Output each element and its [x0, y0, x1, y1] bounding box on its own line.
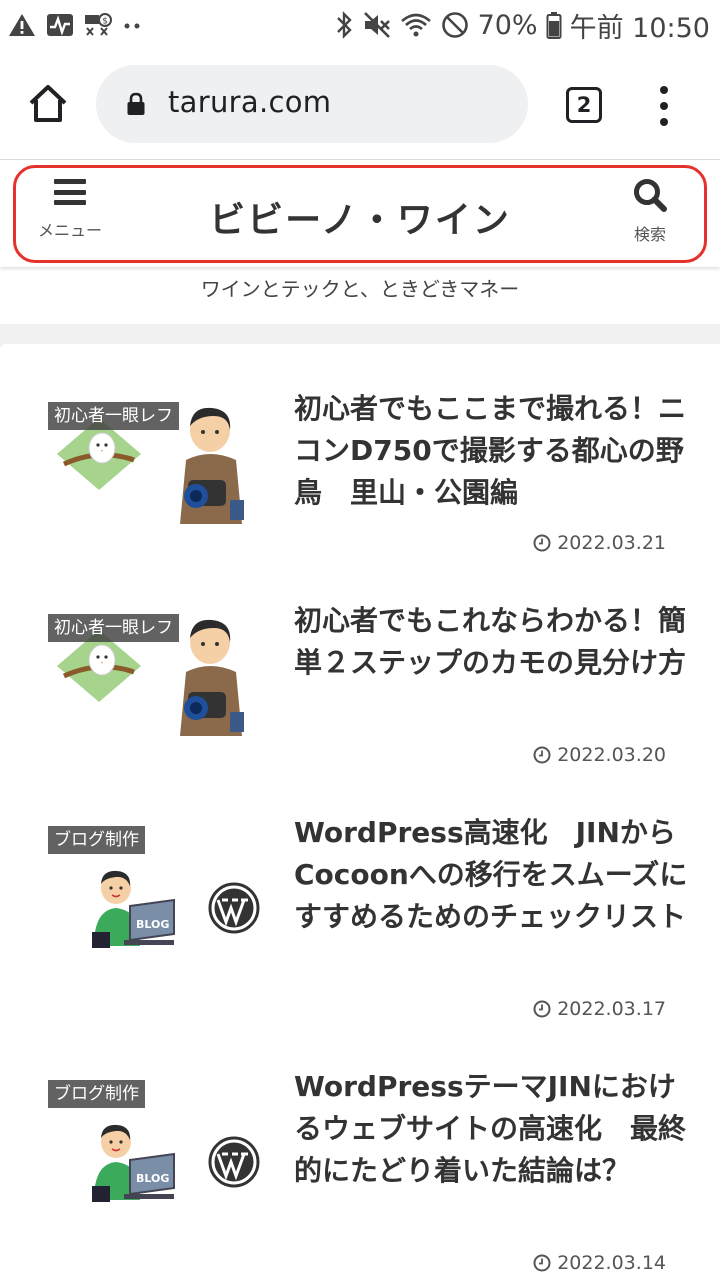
wordpress-logo-icon [208, 882, 260, 934]
clock-icon [533, 746, 551, 764]
post-card[interactable]: ブログ制作 BLOG WordPress高速化 JINからCocoonへの移行を… [0, 768, 720, 1022]
wifi-icon [400, 10, 432, 40]
svg-text:$: $ [102, 17, 108, 27]
search-label: 検索 [633, 225, 666, 244]
battery-icon [546, 10, 562, 40]
more-notifications-icon [122, 12, 142, 38]
clock-icon [533, 1000, 551, 1018]
photographer-icon [180, 407, 244, 524]
system-icons: 70% 午前 10:50 [334, 6, 710, 44]
site-tagline: ワインとテックと、ときどきマネー [200, 277, 520, 301]
post-date-text: 2022.03.17 [557, 998, 666, 1020]
post-date-text: 2022.03.21 [557, 532, 666, 554]
kebab-dot-icon [660, 118, 668, 126]
url-text[interactable]: tarura.com [168, 85, 331, 119]
post-title[interactable]: WordPress高速化 JINからCocoonへの移行をスムーズにすすめるため… [294, 812, 689, 938]
clock-icon [533, 1254, 551, 1272]
mute-icon [362, 10, 392, 40]
site-header: メニュー ビビーノ・ワイン 検索 [0, 161, 720, 267]
bluetooth-icon [334, 10, 354, 40]
clock: 午前 10:50 [569, 12, 710, 44]
browser-toolbar: tarura.com 2 [0, 50, 720, 160]
post-title[interactable]: 初心者でもこれならわかる！簡単２ステップのカモの見分け方 [294, 600, 689, 684]
home-button[interactable] [26, 82, 70, 126]
post-card[interactable]: ブログ制作 BLOG WordPressテーマJINにおけるウェブサイトの高速化… [0, 1022, 720, 1280]
post-date-text: 2022.03.14 [557, 1252, 666, 1274]
notification-icons: $ [8, 10, 142, 40]
post-thumbnail[interactable]: 初心者一眼レフ [48, 402, 274, 532]
site-title[interactable]: ビビーノ・ワイン [0, 191, 720, 243]
post-date: 2022.03.14 [533, 1252, 666, 1274]
status-bar: $ 70% 午前 10:50 [0, 0, 720, 50]
browser-menu-button[interactable] [654, 86, 674, 126]
category-label: ブログ制作 [48, 1080, 145, 1108]
blog-badge-text: BLOG [136, 1172, 169, 1185]
clock-icon [533, 534, 551, 552]
post-card[interactable]: 初心者一眼レフ 初心者でもここまで撮れる！ニコンD750で撮影する都心の野鳥 里… [0, 344, 720, 556]
do-not-disturb-icon [440, 10, 470, 40]
post-thumbnail[interactable]: ブログ制作 BLOG [48, 826, 274, 956]
category-label: 初心者一眼レフ [48, 402, 179, 430]
activity-icon [46, 12, 74, 38]
address-bar[interactable]: tarura.com [96, 65, 528, 143]
post-thumbnail[interactable]: 初心者一眼レフ [48, 614, 274, 744]
post-title[interactable]: 初心者でもここまで撮れる！ニコンD750で撮影する都心の野鳥 里山・公園編 [294, 388, 689, 514]
search-icon [634, 179, 667, 212]
wordpress-logo-icon [208, 1136, 260, 1188]
blogger-icon: BLOG [92, 1124, 175, 1202]
money-icon: $ [84, 12, 112, 38]
category-label: 初心者一眼レフ [48, 614, 179, 642]
post-date-text: 2022.03.20 [557, 744, 666, 766]
post-list: 初心者一眼レフ 初心者でもここまで撮れる！ニコンD750で撮影する都心の野鳥 里… [0, 344, 720, 1280]
tab-switcher-button[interactable]: 2 [566, 87, 602, 123]
post-date: 2022.03.17 [533, 998, 666, 1020]
home-icon [29, 85, 67, 122]
post-date: 2022.03.21 [533, 532, 666, 554]
warning-icon [8, 12, 36, 38]
kebab-dot-icon [660, 86, 668, 94]
post-date: 2022.03.20 [533, 744, 666, 766]
battery-percent: 70% [477, 9, 538, 41]
kebab-dot-icon [660, 102, 668, 110]
photographer-icon [180, 619, 244, 736]
post-card[interactable]: 初心者一眼レフ 初心者でもこれならわかる！簡単２ステップのカモの見分け方 202… [0, 556, 720, 768]
search-button[interactable]: 検索 [620, 177, 680, 247]
post-title[interactable]: WordPressテーマJINにおけるウェブサイトの高速化 最終的にたどり着いた… [294, 1066, 689, 1192]
lock-icon[interactable] [126, 92, 146, 120]
blog-badge-text: BLOG [136, 918, 169, 931]
post-thumbnail[interactable]: ブログ制作 BLOG [48, 1080, 274, 1210]
category-label: ブログ制作 [48, 826, 145, 854]
blogger-icon: BLOG [92, 870, 175, 948]
